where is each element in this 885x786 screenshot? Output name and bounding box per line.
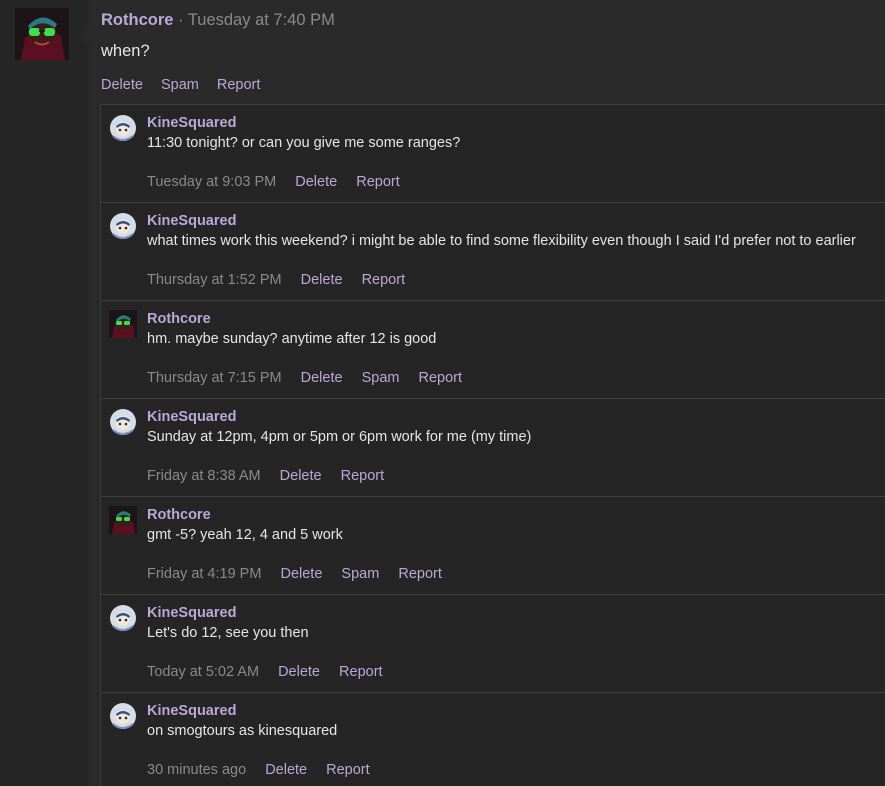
kinesquared-avatar-icon — [110, 213, 136, 239]
comment-author-link[interactable]: KineSquared — [147, 701, 236, 721]
comment-meta: Friday at 4:19 PM Delete Spam Report — [147, 564, 457, 584]
comment-meta: 30 minutes ago Delete Report — [147, 760, 385, 780]
post-message: when? — [101, 42, 150, 60]
comment-message: Let's do 12, see you then — [147, 625, 309, 641]
comment-item: Rothcore gmt -5? yeah 12, 4 and 5 work F… — [101, 496, 885, 594]
comment-report-link[interactable]: Report — [398, 566, 442, 582]
comment-report-link[interactable]: Report — [356, 174, 400, 190]
comment-timestamp[interactable]: 30 minutes ago — [147, 762, 246, 778]
comment-item: KineSquared Sunday at 12pm, 4pm or 5pm o… — [101, 398, 885, 496]
comment-author-link[interactable]: Rothcore — [147, 505, 211, 525]
comment-item: Rothcore hm. maybe sunday? anytime after… — [101, 300, 885, 398]
comment-delete-link[interactable]: Delete — [280, 468, 322, 484]
comment-report-link[interactable]: Report — [362, 272, 406, 288]
header-separator: · — [178, 11, 184, 29]
kinesquared-avatar-icon — [110, 605, 136, 631]
comment-author-link[interactable]: KineSquared — [147, 211, 236, 231]
rothcore-avatar-icon — [109, 506, 137, 534]
post-spam-link[interactable]: Spam — [161, 77, 199, 93]
kinesquared-avatar-icon — [110, 703, 136, 729]
comment-delete-link[interactable]: Delete — [295, 174, 337, 190]
kinesquared-avatar[interactable] — [109, 114, 137, 142]
comment-message: Sunday at 12pm, 4pm or 5pm or 6pm work f… — [147, 429, 532, 445]
comment-report-link[interactable]: Report — [339, 664, 383, 680]
post-actions: Delete Spam Report — [101, 75, 274, 95]
comment-meta: Friday at 8:38 AM Delete Report — [147, 466, 399, 486]
post-author-link[interactable]: Rothcore — [101, 11, 173, 29]
comment-delete-link[interactable]: Delete — [278, 664, 320, 680]
post-report-link[interactable]: Report — [217, 77, 261, 93]
rothcore-avatar[interactable] — [109, 310, 137, 338]
kinesquared-avatar-icon — [110, 115, 136, 141]
rothcore-avatar-icon — [109, 310, 137, 338]
comment-spam-link[interactable]: Spam — [341, 566, 379, 582]
comment-timestamp[interactable]: Thursday at 7:15 PM — [147, 370, 282, 386]
comment-item: KineSquared on smogtours as kinesquared … — [101, 692, 885, 786]
comment-delete-link[interactable]: Delete — [265, 762, 307, 778]
comment-message: on smogtours as kinesquared — [147, 723, 338, 739]
comment-report-link[interactable]: Report — [341, 468, 385, 484]
profile-post-page: Rothcore · Tuesday at 7:40 PM when? Dele… — [0, 0, 885, 786]
comment-item: KineSquared 11:30 tonight? or can you gi… — [101, 104, 885, 202]
comment-timestamp[interactable]: Today at 5:02 AM — [147, 664, 259, 680]
left-gutter — [0, 0, 89, 786]
rothcore-avatar[interactable] — [109, 506, 137, 534]
comment-author-link[interactable]: Rothcore — [147, 309, 211, 329]
comment-meta: Tuesday at 9:03 PM Delete Report — [147, 172, 415, 192]
kinesquared-avatar[interactable] — [109, 408, 137, 436]
post-pointer — [80, 26, 89, 44]
comment-delete-link[interactable]: Delete — [280, 566, 322, 582]
comment-delete-link[interactable]: Delete — [301, 272, 343, 288]
comment-author-link[interactable]: KineSquared — [147, 407, 236, 427]
comment-message: 11:30 tonight? or can you give me some r… — [147, 135, 461, 151]
post-header: Rothcore · Tuesday at 7:40 PM — [101, 9, 335, 31]
comment-meta: Thursday at 1:52 PM Delete Report — [147, 270, 420, 290]
comment-meta: Thursday at 7:15 PM Delete Spam Report — [147, 368, 477, 388]
comment-message: gmt -5? yeah 12, 4 and 5 work — [147, 527, 343, 543]
comment-timestamp[interactable]: Thursday at 1:52 PM — [147, 272, 282, 288]
comment-item: KineSquared Let's do 12, see you then To… — [101, 594, 885, 692]
rothcore-avatar[interactable] — [15, 8, 69, 60]
comment-meta: Today at 5:02 AM Delete Report — [147, 662, 398, 682]
kinesquared-avatar[interactable] — [109, 702, 137, 730]
kinesquared-avatar[interactable] — [109, 212, 137, 240]
comment-message: hm. maybe sunday? anytime after 12 is go… — [147, 331, 437, 347]
kinesquared-avatar-icon — [110, 409, 136, 435]
comment-author-link[interactable]: KineSquared — [147, 113, 236, 133]
comment-delete-link[interactable]: Delete — [301, 370, 343, 386]
comment-timestamp[interactable]: Friday at 8:38 AM — [147, 468, 261, 484]
kinesquared-avatar[interactable] — [109, 604, 137, 632]
rothcore-avatar-icon — [15, 8, 69, 60]
comment-timestamp[interactable]: Friday at 4:19 PM — [147, 566, 261, 582]
comment-author-link[interactable]: KineSquared — [147, 603, 236, 623]
comment-timestamp[interactable]: Tuesday at 9:03 PM — [147, 174, 276, 190]
comment-spam-link[interactable]: Spam — [362, 370, 400, 386]
post-delete-link[interactable]: Delete — [101, 77, 143, 93]
comment-item: KineSquared what times work this weekend… — [101, 202, 885, 300]
comment-message: what times work this weekend? i might be… — [147, 233, 856, 249]
post-timestamp[interactable]: Tuesday at 7:40 PM — [188, 11, 335, 29]
comment-report-link[interactable]: Report — [419, 370, 463, 386]
comment-list: KineSquared 11:30 tonight? or can you gi… — [100, 104, 885, 786]
comment-report-link[interactable]: Report — [326, 762, 370, 778]
